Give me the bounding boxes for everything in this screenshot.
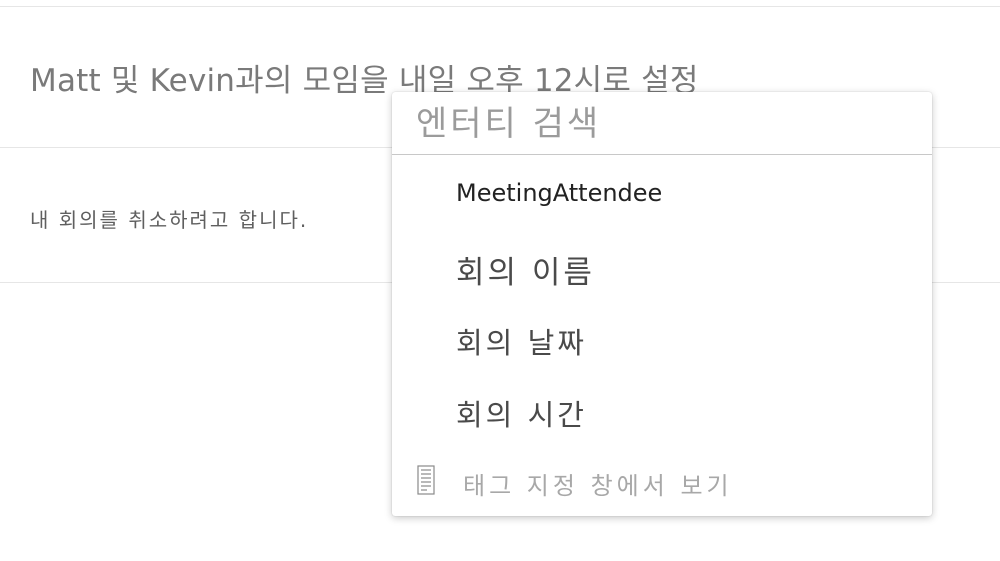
entity-option-meeting-name[interactable]: 회의 이름	[456, 247, 595, 292]
view-in-tagging-pane-link[interactable]: 태그 지정 창에서 보기	[412, 462, 812, 502]
entity-picker-popup: MeetingAttendee 회의 이름 회의 날짜 회의 시간 태그 지정 …	[392, 92, 932, 516]
entity-option-meeting-date[interactable]: 회의 날짜	[456, 320, 587, 362]
utterance-text[interactable]: 내 회의를 취소하려고 합니다.	[30, 204, 308, 233]
view-in-tagging-pane-label: 태그 지정 창에서 보기	[463, 472, 733, 500]
entity-search-box	[392, 92, 932, 155]
divider	[0, 6, 1000, 7]
document-list-icon	[417, 465, 435, 495]
entity-option-meeting-time[interactable]: 회의 시간	[456, 392, 587, 434]
entity-search-input[interactable]	[416, 102, 906, 146]
entity-option-meeting-attendee[interactable]: MeetingAttendee	[456, 179, 662, 207]
utterance-list: Matt 및 Kevin과의 모임을 내일 오후 12시로 설정 내 회의를 취…	[0, 0, 1000, 561]
